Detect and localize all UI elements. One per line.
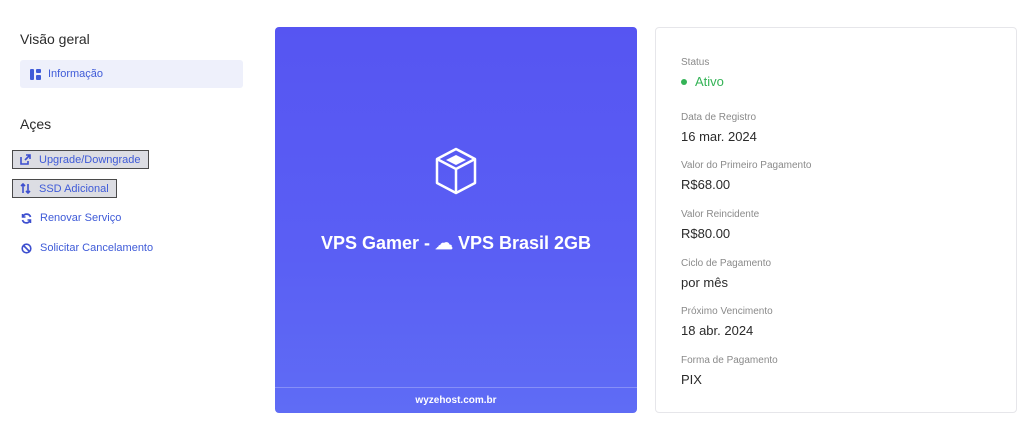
sidebar-item-informacao[interactable]: Informação: [20, 60, 243, 88]
sidebar-item-label: Informação: [48, 68, 104, 80]
status-value: Ativo: [695, 74, 724, 89]
payment-method-label: Forma de Pagamento: [681, 355, 778, 366]
action-label: Upgrade/Downgrade: [39, 153, 141, 166]
recurring-amount-field: Valor Reincidente R$80.00: [681, 209, 759, 241]
cube-icon: [430, 145, 482, 197]
swap-arrows-icon: [19, 183, 31, 195]
external-link-icon: [19, 154, 31, 166]
action-label: Renovar Serviço: [40, 212, 122, 224]
status-badge: Ativo: [681, 74, 724, 89]
billing-cycle-label: Ciclo de Pagamento: [681, 258, 772, 269]
ban-icon: [20, 242, 32, 254]
action-label: Solicitar Cancelamento: [40, 242, 154, 254]
registration-date-value: 16 mar. 2024: [681, 129, 757, 144]
recurring-amount-value: R$80.00: [681, 226, 731, 241]
dashboard-icon: [30, 68, 41, 80]
sync-icon: [20, 212, 32, 224]
payment-method-value: PIX: [681, 372, 702, 387]
status-field: Status Ativo: [681, 57, 724, 89]
product-name: VPS Gamer - ☁ VPS Brasil 2GB: [320, 233, 592, 253]
status-label: Status: [681, 57, 710, 68]
action-label: SSD Adicional: [39, 182, 109, 195]
solicitar-cancelamento-link[interactable]: Solicitar Cancelamento: [20, 242, 153, 254]
billing-cycle-field: Ciclo de Pagamento por mês: [681, 258, 771, 290]
upgrade-downgrade-link[interactable]: Upgrade/Downgrade: [12, 150, 149, 169]
first-payment-field: Valor do Primeiro Pagamento R$68.00: [681, 160, 811, 192]
next-due-date-label: Próximo Vencimento: [681, 306, 773, 317]
next-due-date-value: 18 abr. 2024: [681, 323, 754, 338]
product-footer-domain: wyzehost.com.br: [275, 387, 637, 413]
actions-title: Açes: [20, 116, 52, 132]
renovar-servico-link[interactable]: Renovar Serviço: [20, 212, 121, 224]
product-card: VPS Gamer - ☁ VPS Brasil 2GB wyzehost.co…: [275, 27, 637, 413]
next-due-date-field: Próximo Vencimento 18 abr. 2024: [681, 306, 773, 338]
status-dot-icon: [681, 78, 687, 85]
registration-date-label: Data de Registro: [681, 112, 757, 123]
first-payment-label: Valor do Primeiro Pagamento: [681, 160, 812, 171]
overview-title: Visão geral: [20, 31, 90, 47]
first-payment-value: R$68.00: [681, 177, 731, 192]
recurring-amount-label: Valor Reincidente: [681, 209, 760, 220]
service-details-panel: Status Ativo Data de Registro 16 mar. 20…: [655, 27, 1017, 413]
billing-cycle-value: por mês: [681, 275, 728, 290]
payment-method-field: Forma de Pagamento PIX: [681, 355, 778, 387]
ssd-adicional-link[interactable]: SSD Adicional: [12, 179, 117, 198]
registration-date-field: Data de Registro 16 mar. 2024: [681, 112, 757, 144]
